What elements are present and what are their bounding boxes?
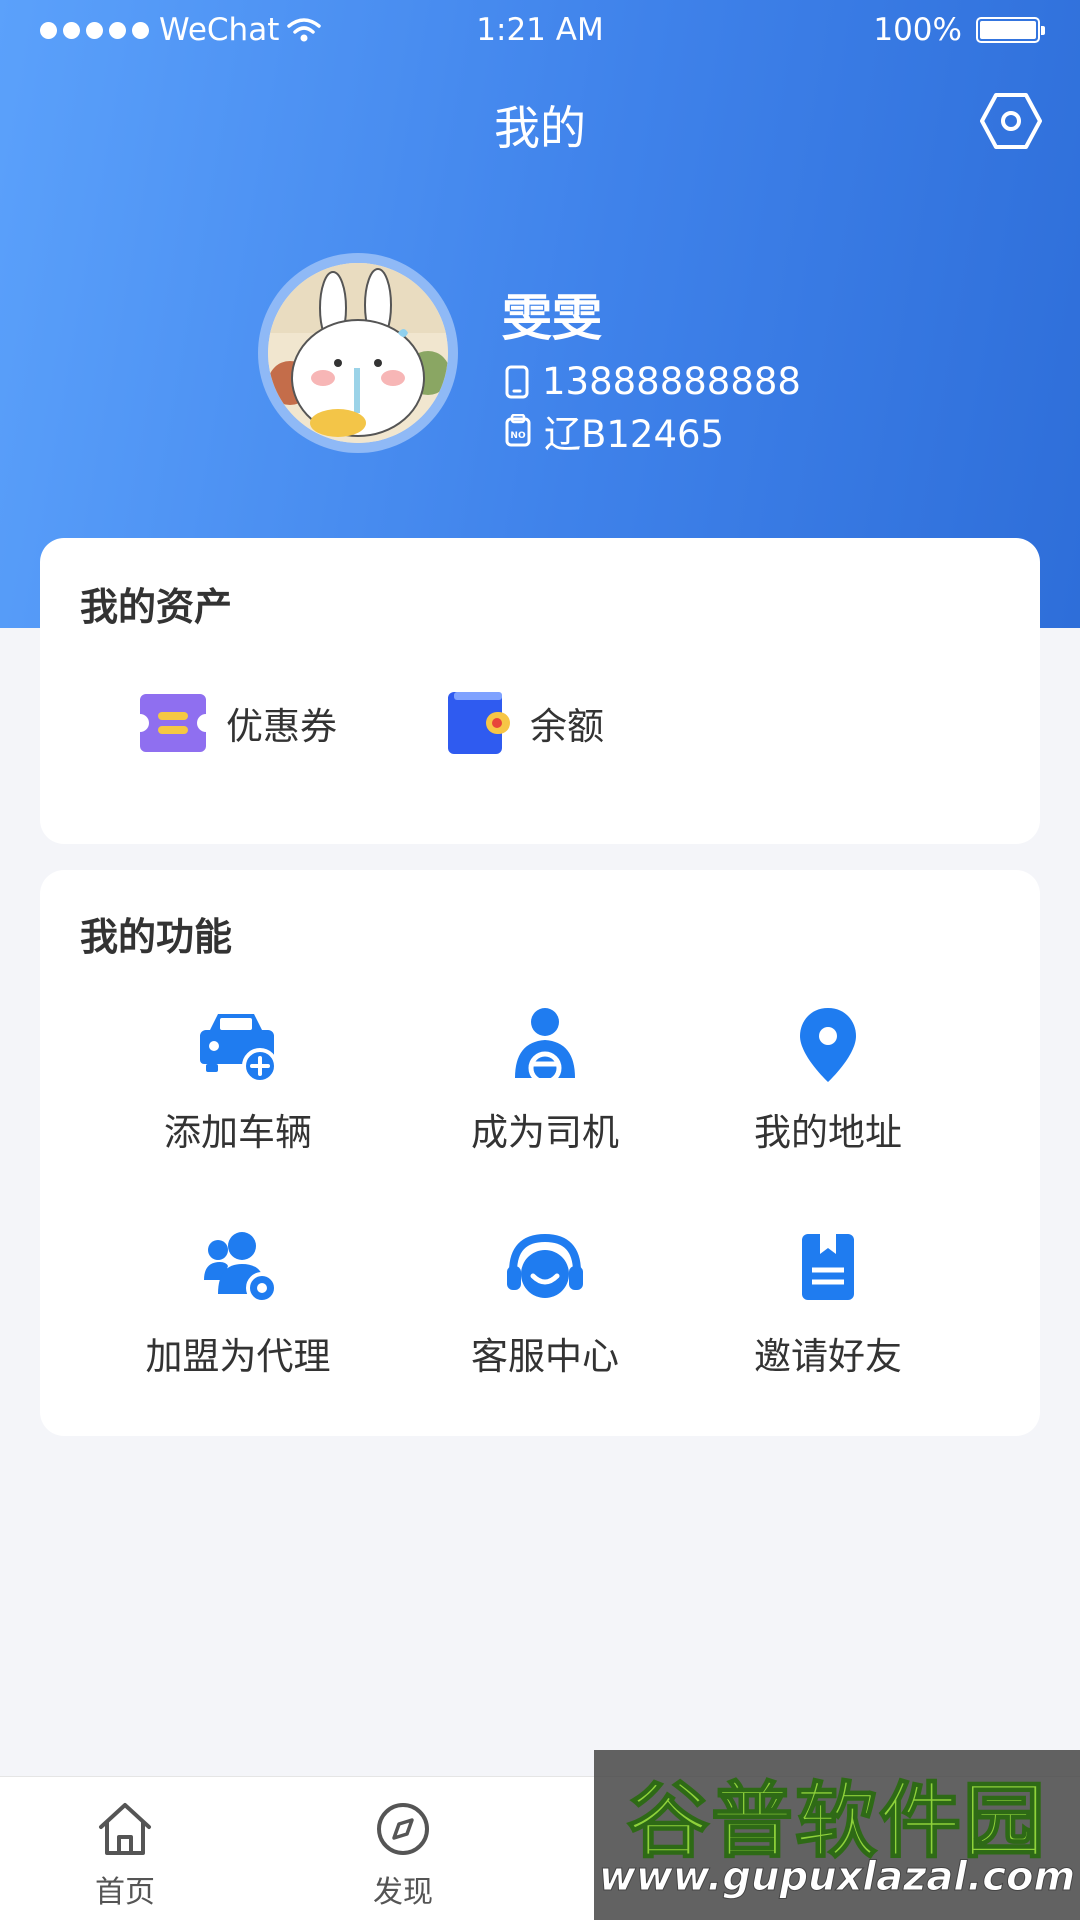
my-address-button[interactable]: 我的地址 xyxy=(678,1004,978,1156)
compass-icon xyxy=(377,1803,429,1855)
coupon-label: 优惠券 xyxy=(226,705,337,748)
customer-service-button[interactable]: 客服中心 xyxy=(395,1228,695,1380)
become-driver-label: 成为司机 xyxy=(471,1111,619,1154)
coupon-icon xyxy=(140,694,206,752)
tab-home[interactable]: 首页 xyxy=(25,1777,225,1911)
home-icon xyxy=(99,1803,151,1855)
watermark-overlay: 谷普软件园 www.gupuxlazal.com xyxy=(594,1750,1080,1920)
add-car-icon xyxy=(200,1014,278,1084)
add-vehicle-label: 添加车辆 xyxy=(164,1111,312,1154)
tab-home-label: 首页 xyxy=(95,1875,155,1910)
status-bar: WeChat 1:21 AM 100% xyxy=(0,0,1080,62)
wallet-icon xyxy=(448,692,510,754)
invite-friends-button[interactable]: 邀请好友 xyxy=(678,1228,978,1380)
tab-discover-label: 发现 xyxy=(373,1875,433,1910)
assets-title: 我的资产 xyxy=(80,585,233,629)
phone-icon xyxy=(505,365,529,398)
balance-label: 余额 xyxy=(530,705,604,748)
license-plate: 辽B12465 xyxy=(544,413,725,456)
customer-service-label: 客服中心 xyxy=(471,1335,619,1378)
headset-icon xyxy=(507,1233,583,1298)
phone-row: 13888888888 xyxy=(504,360,801,403)
plate-row: NO 辽B12465 xyxy=(504,404,724,458)
tab-discover[interactable]: 发现 xyxy=(303,1777,503,1911)
agent-join-icon xyxy=(204,1232,278,1304)
assets-card: 我的资产 优惠券 余额 xyxy=(40,538,1040,844)
join-agent-label: 加盟为代理 xyxy=(145,1335,331,1378)
balance-button[interactable]: 余额 xyxy=(446,690,604,756)
coupon-button[interactable]: 优惠券 xyxy=(138,692,337,754)
battery-percent: 100% xyxy=(873,12,962,48)
page-title: 我的 xyxy=(494,101,586,155)
driver-icon xyxy=(515,1008,575,1085)
location-pin-icon xyxy=(800,1008,856,1082)
svg-text:NO: NO xyxy=(510,431,526,441)
bunny-avatar-icon xyxy=(268,263,448,443)
user-name: 雯雯 xyxy=(502,289,602,347)
become-driver-button[interactable]: 成为司机 xyxy=(395,1004,695,1156)
functions-title: 我的功能 xyxy=(80,915,233,959)
license-plate-icon: NO xyxy=(505,414,531,447)
invite-book-icon xyxy=(802,1234,854,1300)
phone-number: 13888888888 xyxy=(542,360,801,403)
my-address-label: 我的地址 xyxy=(754,1111,902,1154)
join-agent-button[interactable]: 加盟为代理 xyxy=(88,1228,388,1380)
invite-friends-label: 邀请好友 xyxy=(754,1335,902,1378)
add-vehicle-button[interactable]: 添加车辆 xyxy=(88,1004,388,1156)
avatar[interactable] xyxy=(258,253,458,453)
settings-hexagon-icon[interactable] xyxy=(980,92,1042,150)
battery-icon xyxy=(976,17,1045,43)
watermark-url: www.gupuxlazal.com xyxy=(598,1854,1076,1901)
functions-card: 我的功能 添加车辆 成为司机 我的地址 加盟为代理 客服中心 邀请好友 xyxy=(40,870,1040,1436)
